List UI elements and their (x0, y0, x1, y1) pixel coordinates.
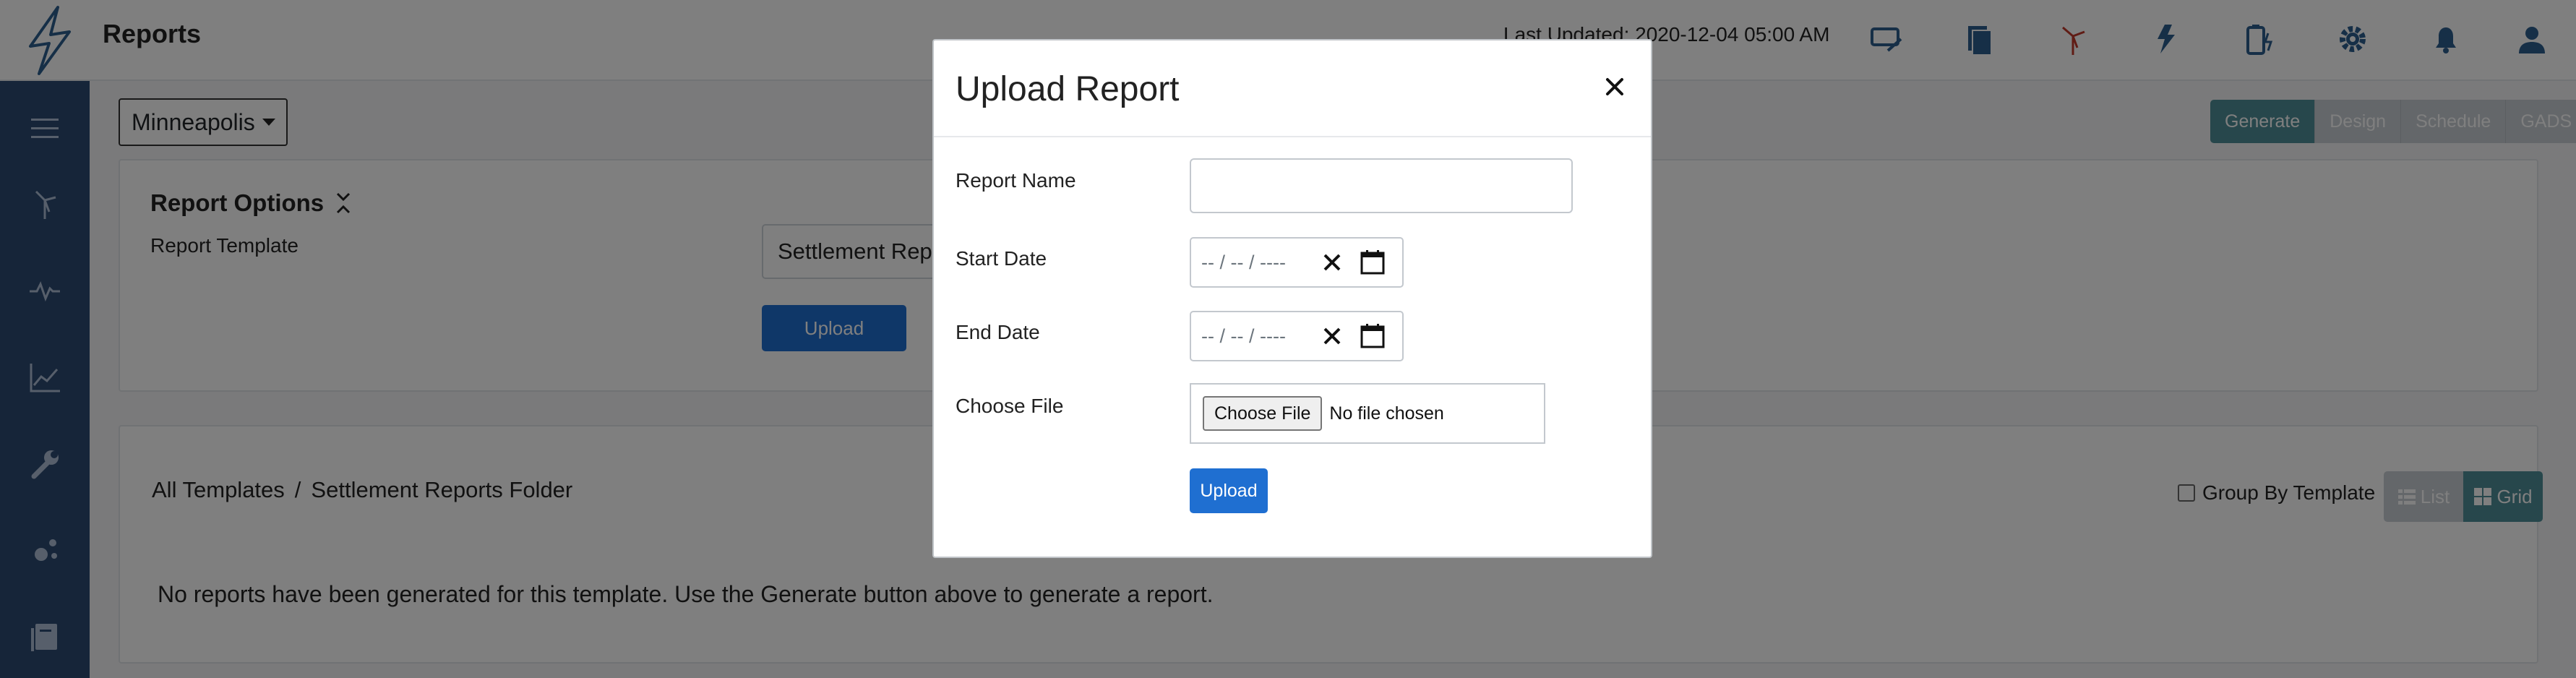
modal-upload-button[interactable]: Upload (1190, 468, 1268, 513)
clear-date-icon[interactable] (1320, 250, 1344, 275)
start-date-input[interactable]: -- / -- / ---- (1190, 237, 1404, 288)
calendar-icon[interactable] (1359, 322, 1386, 350)
choose-file-label: Choose File (956, 395, 1064, 417)
report-name-input[interactable] (1190, 158, 1573, 213)
end-date-input[interactable]: -- / -- / ---- (1190, 311, 1404, 361)
file-input: Choose File No file chosen (1190, 383, 1545, 444)
upload-report-modal: Upload Report Report Name Start Date -- … (932, 39, 1652, 558)
clear-date-icon[interactable] (1320, 324, 1344, 348)
end-date-placeholder: -- / -- / ---- (1201, 325, 1286, 347)
end-date-label: End Date (956, 321, 1040, 343)
no-file-chosen-text: No file chosen (1329, 403, 1444, 424)
choose-file-button[interactable]: Choose File (1203, 396, 1323, 431)
modal-header: Upload Report (934, 40, 1651, 137)
modal-title: Upload Report (956, 70, 1180, 108)
start-date-placeholder: -- / -- / ---- (1201, 251, 1286, 273)
calendar-icon[interactable] (1359, 249, 1386, 276)
report-name-label: Report Name (956, 169, 1076, 192)
close-icon[interactable] (1599, 71, 1631, 103)
start-date-label: Start Date (956, 247, 1047, 270)
